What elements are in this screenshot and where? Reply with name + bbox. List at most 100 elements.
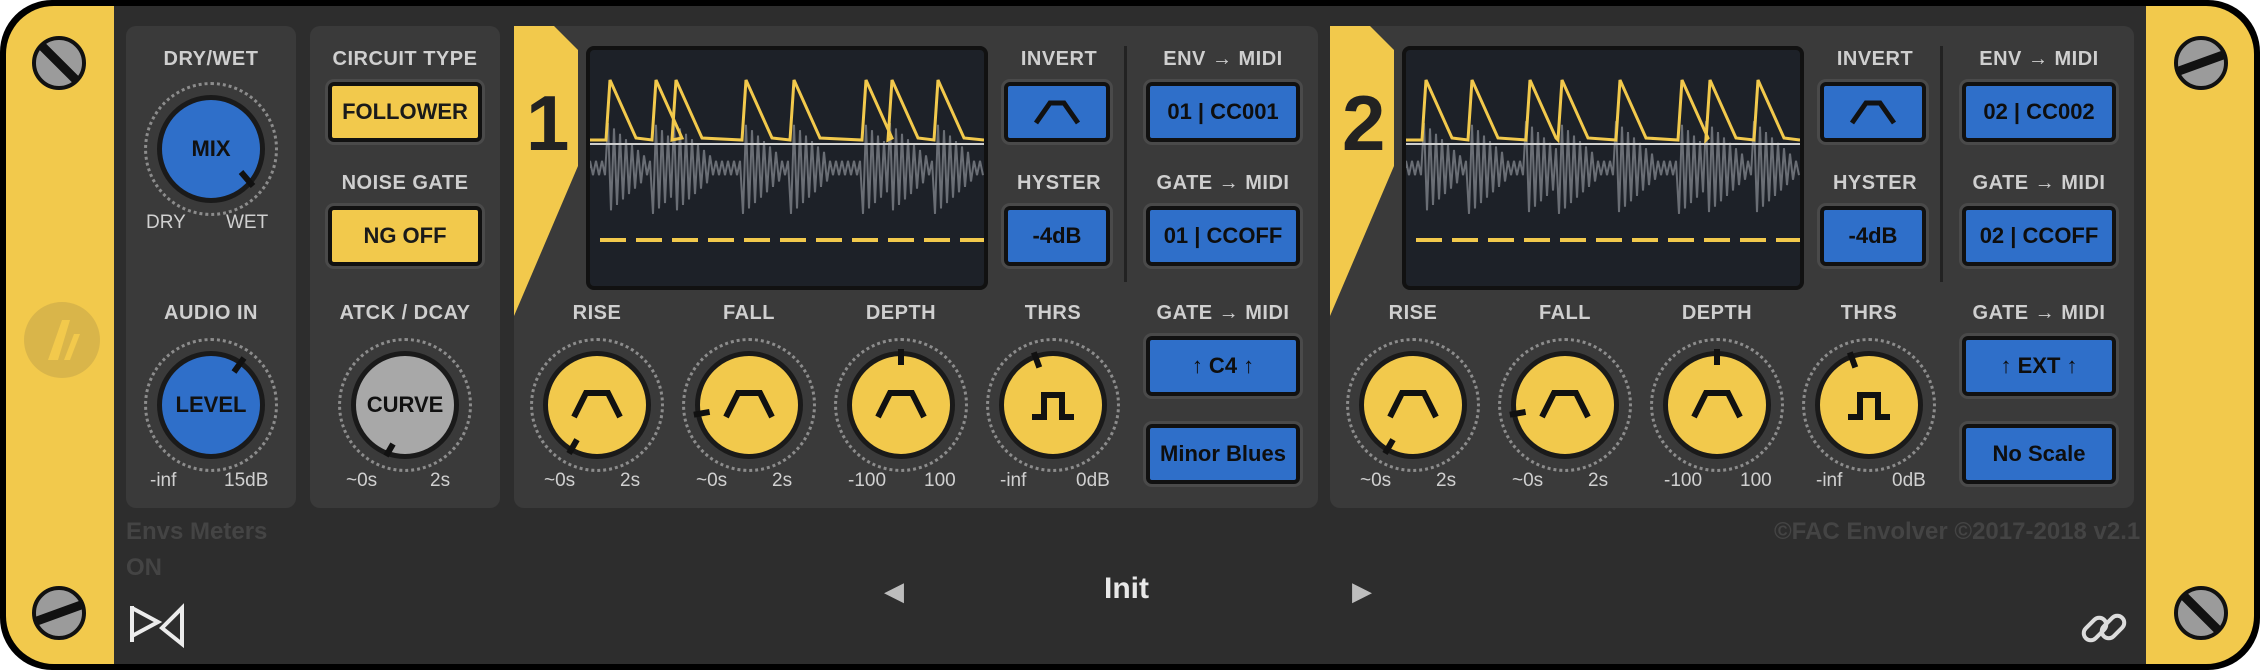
screw-icon xyxy=(2174,36,2228,90)
channel-tab xyxy=(1330,26,1394,316)
audio-waveform xyxy=(590,122,984,214)
preset-name[interactable]: Init xyxy=(1104,572,1149,606)
next-preset-button[interactable]: ▶ xyxy=(1352,576,1372,607)
rise-label: RISE xyxy=(1388,302,1438,324)
scale-button[interactable]: Minor Blues xyxy=(1146,424,1300,484)
env-midi-button[interactable]: 02 | CC002 xyxy=(1962,82,2116,142)
thrs-knob[interactable] xyxy=(1802,338,1936,472)
audio-in-label: AUDIO IN xyxy=(164,302,258,324)
global-panel-circuit: CIRCUIT TYPE FOLLOWER NOISE GATE NG OFF … xyxy=(310,26,500,508)
fall-max-label: 2s xyxy=(772,470,793,491)
invert-button[interactable] xyxy=(1004,82,1110,142)
envelope-shape-icon xyxy=(1033,100,1081,125)
divider xyxy=(1124,46,1127,282)
thrs-label: THRS xyxy=(1840,302,1898,324)
screw-icon xyxy=(32,586,86,640)
mix-knob[interactable]: MIX xyxy=(144,82,278,216)
right-rail xyxy=(2146,6,2254,664)
level-knob[interactable]: LEVEL xyxy=(144,338,278,472)
fall-knob[interactable] xyxy=(1498,338,1632,472)
env-midi-label: ENV → MIDI xyxy=(1163,48,1283,70)
copyright-text: ©FAC Envolver ©2017-2018 v2.1 xyxy=(1774,518,2141,545)
global-panel-mix: DRY/WET MIX DRY WET AUDIO IN LEVEL -inf … xyxy=(126,26,296,508)
invert-button[interactable] xyxy=(1820,82,1926,142)
rise-min-label: ~0s xyxy=(1360,470,1392,491)
link-icon[interactable] xyxy=(2076,600,2132,656)
fall-label: FALL xyxy=(1539,302,1591,324)
thrs-max-label: 0dB xyxy=(1076,470,1110,491)
audio-waveform xyxy=(1406,121,1800,214)
fall-min-label: ~0s xyxy=(1512,470,1544,491)
hyster-button[interactable]: -4dB xyxy=(1820,206,1926,266)
scale-button[interactable]: No Scale xyxy=(1962,424,2116,484)
main-body: DRY/WET MIX DRY WET AUDIO IN LEVEL -inf … xyxy=(114,6,2146,664)
noise-gate-button[interactable]: NG OFF xyxy=(328,206,482,266)
depth-max-label: 100 xyxy=(924,470,956,491)
env-midi-label: ENV → MIDI xyxy=(1979,48,2099,70)
curve-min-label: ~0s xyxy=(346,470,378,491)
thrs-min-label: -inf xyxy=(1816,470,1843,491)
fall-knob[interactable] xyxy=(682,338,816,472)
rise-label: RISE xyxy=(572,302,622,324)
fall-max-label: 2s xyxy=(1588,470,1609,491)
hyster-label: HYSTER xyxy=(1016,172,1102,194)
rise-knob[interactable] xyxy=(1346,338,1480,472)
dry-wet-label: DRY/WET xyxy=(163,48,259,70)
envelope-shape-icon xyxy=(1849,100,1897,125)
invert-label: INVERT xyxy=(1836,48,1914,70)
dry-label: DRY xyxy=(146,212,186,233)
midi-flag-icon[interactable] xyxy=(128,600,188,650)
plugin-window: DRY/WET MIX DRY WET AUDIO IN LEVEL -inf … xyxy=(0,0,2260,670)
envs-meters-state[interactable]: ON xyxy=(126,554,162,582)
rise-max-label: 2s xyxy=(620,470,641,491)
depth-knob[interactable] xyxy=(1650,338,1784,472)
circuit-type-button[interactable]: FOLLOWER xyxy=(328,82,482,142)
depth-knob[interactable] xyxy=(834,338,968,472)
prev-preset-button[interactable]: ◀ xyxy=(884,576,904,607)
hyster-label: HYSTER xyxy=(1832,172,1918,194)
envelope-scope xyxy=(586,46,988,290)
note-button[interactable]: ↑ C4 ↑ xyxy=(1146,336,1300,396)
circuit-type-label: CIRCUIT TYPE xyxy=(332,48,478,70)
rise-max-label: 2s xyxy=(1436,470,1457,491)
wet-label: WET xyxy=(226,212,269,233)
channel-panel-1: 1 INVERT HYSTER -4dB ENV → MIDI 01 | CC001 GAT… xyxy=(514,26,1318,508)
channel-panel-2: 2 INVERT HYSTER -4dB ENV → MIDI 02 | CC002 GAT… xyxy=(1330,26,2134,508)
note-button[interactable]: ↑ EXT ↑ xyxy=(1962,336,2116,396)
depth-min-label: -100 xyxy=(1664,470,1703,491)
atck-dcay-label: ATCK / DCAY xyxy=(339,302,471,324)
gate-midi-note-label: GATE → MIDI xyxy=(1156,302,1290,324)
depth-label: DEPTH xyxy=(1681,302,1753,324)
rise-knob[interactable] xyxy=(530,338,664,472)
thrs-label: THRS xyxy=(1024,302,1082,324)
rise-min-label: ~0s xyxy=(544,470,576,491)
channel-tab xyxy=(514,26,578,316)
curve-knob[interactable]: CURVE xyxy=(338,338,472,472)
depth-min-label: -100 xyxy=(848,470,887,491)
gate-midi-button[interactable]: 01 | CCOFF xyxy=(1146,206,1300,266)
env-midi-button[interactable]: 01 | CC001 xyxy=(1146,82,1300,142)
envelope-scope xyxy=(1402,46,1804,290)
divider xyxy=(1940,46,1943,282)
fac-logo-icon xyxy=(24,302,100,378)
channel-number: 2 xyxy=(1342,79,1386,167)
thrs-min-label: -inf xyxy=(1000,470,1027,491)
screw-icon xyxy=(2174,586,2228,640)
hyster-button[interactable]: -4dB xyxy=(1004,206,1110,266)
left-rail xyxy=(6,6,114,664)
envs-meters-label[interactable]: Envs Meters xyxy=(126,518,267,546)
thrs-knob[interactable] xyxy=(986,338,1120,472)
gate-midi-note-label: GATE → MIDI xyxy=(1972,302,2106,324)
level-min-label: -inf xyxy=(150,470,177,491)
curve-max-label: 2s xyxy=(430,470,451,491)
gate-midi-label: GATE → MIDI xyxy=(1972,172,2106,194)
depth-max-label: 100 xyxy=(1740,470,1772,491)
channel-number: 1 xyxy=(526,79,570,167)
thrs-max-label: 0dB xyxy=(1892,470,1926,491)
noise-gate-label: NOISE GATE xyxy=(341,172,469,194)
gate-midi-button[interactable]: 02 | CCOFF xyxy=(1962,206,2116,266)
screw-icon xyxy=(32,36,86,90)
fall-label: FALL xyxy=(723,302,775,324)
invert-label: INVERT xyxy=(1020,48,1098,70)
gate-midi-label: GATE → MIDI xyxy=(1156,172,1290,194)
